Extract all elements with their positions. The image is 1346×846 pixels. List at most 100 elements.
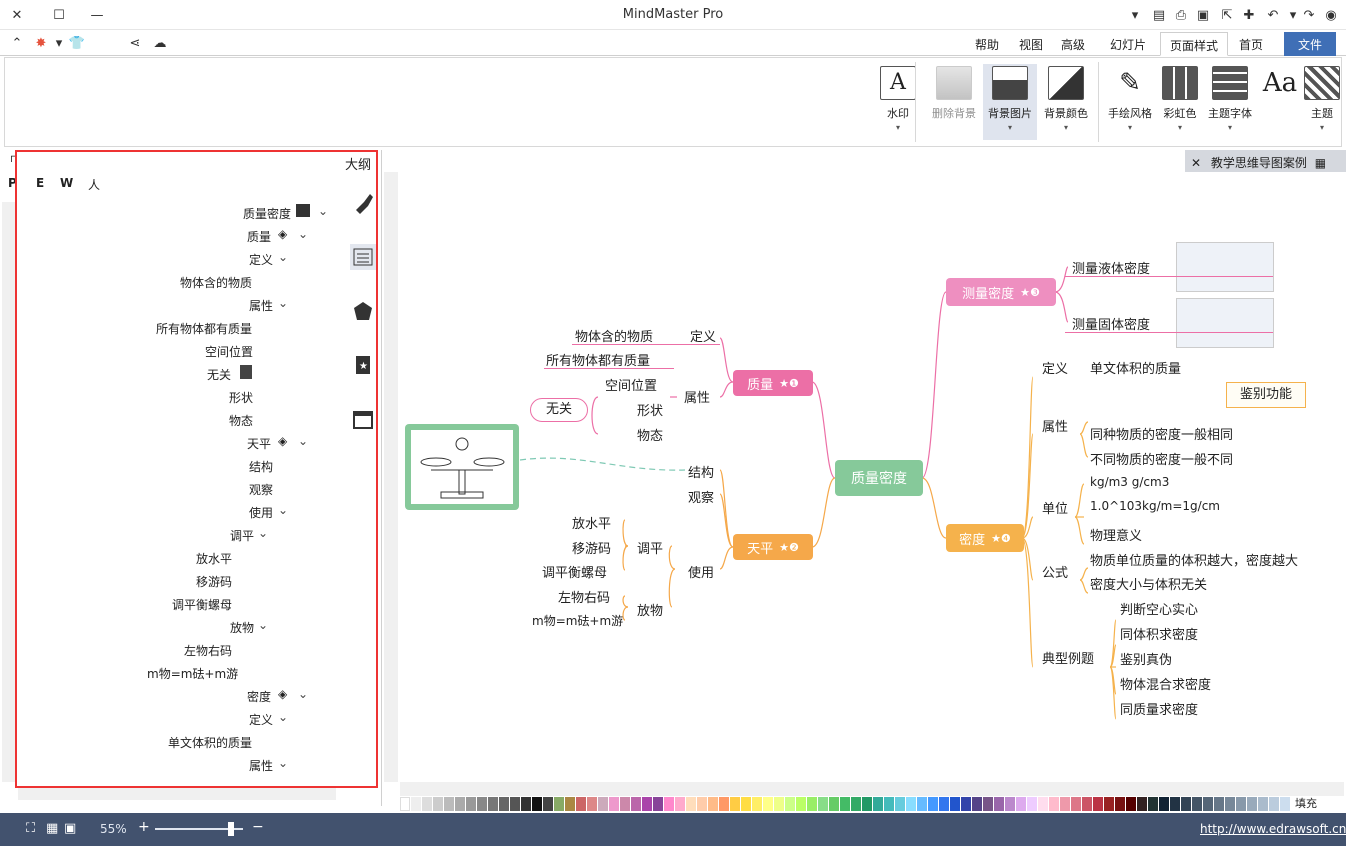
style-brush-icon[interactable] <box>350 190 376 216</box>
density-unit-2[interactable]: 1.0^103kg/m=1g/cm <box>1090 499 1220 513</box>
topic-density[interactable]: 密度 ★❹ <box>946 524 1024 552</box>
outline-item[interactable]: 观察 <box>249 481 273 498</box>
chevron-down-icon[interactable]: ⌄ <box>278 503 288 517</box>
full-screen-icon[interactable]: ▣ <box>64 821 76 836</box>
apps-icon[interactable]: ✸ <box>32 34 50 52</box>
chevron-down-icon[interactable]: ⌄ <box>258 526 268 540</box>
root-topic[interactable]: 质量密度 <box>835 460 923 496</box>
new-icon[interactable]: ✚ <box>1240 6 1258 24</box>
level-step[interactable]: 放水平 <box>572 513 611 532</box>
mark-icon[interactable]: ★ <box>350 352 376 378</box>
print-icon[interactable]: ⎙ <box>1172 6 1190 24</box>
example-item[interactable]: 同质量求密度 <box>1120 699 1198 718</box>
balance-use[interactable]: 使用 <box>688 562 714 581</box>
zoom-slider-handle[interactable] <box>228 822 234 836</box>
export-ppt-tool[interactable]: 人 <box>88 176 100 193</box>
share-icon[interactable]: ⋖ <box>126 34 144 52</box>
tab-slides[interactable]: 幻灯片 <box>1101 32 1155 56</box>
outline-scrollbar-bottom[interactable] <box>18 786 336 800</box>
zoom-in-button[interactable]: + <box>138 819 150 835</box>
watermark-button[interactable]: A 水印 ▾ <box>871 64 925 140</box>
canvas-scrollbar-horizontal[interactable] <box>400 782 1344 796</box>
example-item[interactable]: 判断空心实心 <box>1120 599 1198 618</box>
balance-place[interactable]: 放物 <box>637 600 663 619</box>
chevron-down-icon[interactable]: ⌄ <box>298 227 308 241</box>
level-step[interactable]: 移游码 <box>572 538 611 557</box>
topic-balance[interactable]: 天平 ★❷ <box>733 534 813 560</box>
density-examples-label[interactable]: 典型例题 <box>1042 648 1094 667</box>
density-unit-1[interactable]: kg/m3 g/cm3 <box>1090 475 1169 489</box>
outline-item[interactable]: 移游码 <box>196 573 232 590</box>
example-item[interactable]: 物体混合求密度 <box>1120 674 1211 693</box>
pin-icon[interactable]: ⊓ <box>10 154 18 165</box>
outline-item[interactable]: 属性 <box>249 757 273 774</box>
density-property-same[interactable]: 同种物质的密度一般相同 <box>1090 424 1233 443</box>
chevron-down-icon[interactable]: ⌄ <box>258 618 268 632</box>
theme-font-button[interactable]: 主题字体 ▾ <box>1203 64 1257 140</box>
background-color-button[interactable]: 背景颜色 ▾ <box>1039 64 1093 140</box>
chevron-down-icon[interactable]: ⌄ <box>278 250 288 264</box>
density-callout[interactable]: 鉴别功能 <box>1226 382 1306 408</box>
fit-width-icon[interactable]: ▦ <box>46 821 58 836</box>
rainbow-button[interactable]: 彩虹色 ▾ <box>1153 64 1207 140</box>
unrelated-state[interactable]: 物态 <box>637 425 663 444</box>
redo-icon[interactable]: ↷ <box>1300 6 1318 24</box>
outline-list-icon[interactable] <box>350 244 376 270</box>
canvas-scrollbar-vertical[interactable] <box>384 172 398 782</box>
balance-observe[interactable]: 观察 <box>688 487 714 506</box>
outline-item[interactable]: 定义 <box>249 251 273 268</box>
chevron-down-icon[interactable]: ⌄ <box>298 687 308 701</box>
mass-property[interactable]: 所有物体都有质量 <box>546 350 650 369</box>
density-definition[interactable]: 单文体积的质量 <box>1090 358 1181 377</box>
tab-help[interactable]: 帮助 <box>966 32 1008 56</box>
outline-scrollbar-left[interactable] <box>2 202 16 782</box>
outline-item[interactable]: 物体含的物质 <box>180 274 252 291</box>
density-unit-label[interactable]: 单位 <box>1042 498 1068 517</box>
outline-item[interactable]: 质量密度 <box>243 205 291 222</box>
outline-item[interactable]: 调平 <box>230 527 254 544</box>
outline-item[interactable]: 天平 <box>247 435 271 452</box>
balance-level[interactable]: 调平 <box>637 538 663 557</box>
unrelated-position[interactable]: 空间位置 <box>605 375 657 394</box>
measure-liquid[interactable]: 测量液体密度 <box>1072 258 1150 277</box>
outline-item[interactable]: 定义 <box>249 711 273 728</box>
chevron-down-icon[interactable]: ⌄ <box>278 296 288 310</box>
outline-item[interactable]: 结构 <box>249 458 273 475</box>
save-icon[interactable]: ▣ <box>1194 6 1212 24</box>
outline-item[interactable]: 调平衡螺母 <box>172 596 232 613</box>
collapse-ribbon-icon[interactable]: ⌃ <box>8 34 26 52</box>
cloud-icon[interactable]: ☁ <box>151 34 169 52</box>
unrelated-summary[interactable]: 无关 <box>530 398 588 422</box>
topic-mass[interactable]: 质量 ★❶ <box>733 370 813 396</box>
mass-definition[interactable]: 物体含的物质 <box>575 326 653 345</box>
outline-item[interactable]: 形状 <box>229 389 253 406</box>
tab-file[interactable]: 文件 <box>1284 32 1336 56</box>
export-pdf-tool[interactable]: P <box>8 176 17 190</box>
measure-solid[interactable]: 测量固体密度 <box>1072 314 1150 333</box>
outline-item[interactable]: m物=m砝+m游 <box>147 665 238 682</box>
unrelated-shape[interactable]: 形状 <box>637 400 663 419</box>
tab-page-style[interactable]: 页面样式 <box>1160 32 1229 56</box>
outline-item[interactable]: 左物右码 <box>184 642 232 659</box>
theme-button[interactable]: 主题 ▾ <box>1295 64 1346 140</box>
mass-property-label[interactable]: 属性 <box>684 387 710 406</box>
topic-measure-density[interactable]: 测量密度 ★❸ <box>946 278 1056 306</box>
outline-item[interactable]: 使用 <box>249 504 273 521</box>
outline-item[interactable]: 放物 <box>230 619 254 636</box>
mindmap-canvas[interactable]: 质量密度 质量 ★❶ 定义 物体含的物质 所有物体都有质量 属性 空间位置 形状 … <box>400 172 1328 782</box>
outline-item[interactable]: 密度 <box>247 688 271 705</box>
clipart-icon[interactable] <box>350 298 376 324</box>
outline-item[interactable]: 所有物体都有质量 <box>156 320 252 337</box>
outline-item[interactable]: 空间位置 <box>205 343 253 360</box>
export-word-tool[interactable]: W <box>60 176 73 190</box>
example-item[interactable]: 同体积求密度 <box>1120 624 1198 643</box>
tab-view[interactable]: 视图 <box>1010 32 1052 56</box>
place-step[interactable]: m物=m砝+m游 <box>532 612 623 629</box>
outline-item[interactable]: 放水平 <box>196 550 232 567</box>
chevron-down-icon[interactable]: ⌄ <box>318 204 328 218</box>
outline-item[interactable]: 无关 <box>207 366 231 383</box>
background-image-button[interactable]: 背景图片 ▾ <box>983 64 1037 140</box>
density-formula-1[interactable]: 物质单位质量的体积越大，密度越大 <box>1090 550 1298 569</box>
export-excel-tool[interactable]: E <box>36 176 44 190</box>
outline-item[interactable]: 属性 <box>249 297 273 314</box>
